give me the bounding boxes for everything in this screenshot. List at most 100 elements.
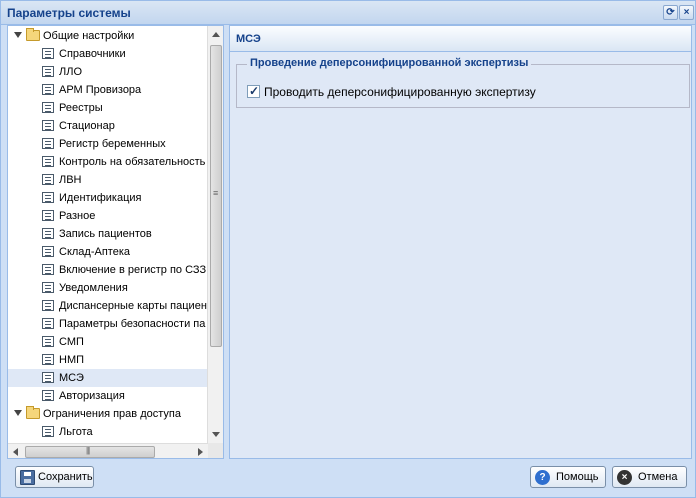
tree-item-label: Авторизация (59, 390, 125, 402)
tree-item-label: Диспансерные карты пациен (59, 300, 207, 312)
folder-icon (26, 406, 40, 419)
panel-header: МСЭ (230, 26, 691, 52)
tree-item[interactable]: Включение в регистр по СЗЗ (8, 261, 208, 279)
settings-page-icon (42, 372, 54, 383)
tree-item[interactable]: МСЭ (8, 369, 208, 387)
settings-page-icon (42, 84, 54, 95)
scroll-up-icon[interactable] (212, 32, 220, 37)
tree-item[interactable]: Параметры безопасности па (8, 315, 208, 333)
tree-item[interactable]: СМП (8, 333, 208, 351)
settings-page-icon (42, 336, 54, 347)
save-icon (20, 470, 35, 485)
scroll-right-icon[interactable] (198, 448, 203, 456)
tree-item-label: Реестры (59, 102, 103, 114)
tree-item[interactable]: Стационар (8, 117, 208, 135)
tree-item-label: Стационар (59, 120, 115, 132)
settings-page-icon (42, 246, 54, 257)
depersonalized-expertise-checkbox[interactable] (247, 84, 260, 98)
help-icon: ? (535, 470, 550, 485)
window-title: Параметры системы (7, 6, 131, 20)
tree-item[interactable]: Справочники (8, 45, 208, 63)
settings-page-icon (42, 66, 54, 77)
refresh-icon[interactable]: ⟳ (663, 5, 678, 20)
tree-item-label: Регистр беременных (59, 138, 166, 150)
fieldset-legend: Проведение деперсонифицированной эксперт… (247, 57, 532, 69)
settings-content-panel: МСЭ Проведение деперсонифицированной экс… (229, 25, 692, 459)
tree-group[interactable]: Общие настройки (8, 27, 208, 45)
tree-item-label: Справочники (59, 48, 126, 60)
tree-group-label: Ограничения прав доступа (43, 408, 181, 420)
tree-item[interactable]: ЛЛО (8, 63, 208, 81)
window-titlebar[interactable]: Параметры системы ⟳ × (1, 1, 695, 25)
expand-arrow-icon[interactable] (14, 32, 22, 38)
scroll-thumb[interactable] (210, 45, 222, 347)
settings-page-icon (42, 228, 54, 239)
tree-item[interactable]: Запись пациентов (8, 225, 208, 243)
tree-item-label: Разное (59, 210, 96, 222)
tree-item[interactable]: Разное (8, 207, 208, 225)
tree-item[interactable]: АРМ Провизора (8, 81, 208, 99)
tree-item-label: ЛВН (59, 174, 82, 186)
tree-item[interactable]: Льгота (8, 423, 208, 441)
close-icon[interactable]: × (679, 5, 694, 20)
tree-item[interactable]: Склад-Аптека (8, 243, 208, 261)
tree-item[interactable]: ЛВН (8, 171, 208, 189)
settings-page-icon (42, 210, 54, 221)
settings-page-icon (42, 300, 54, 311)
tree-item[interactable]: Контроль на обязательность (8, 153, 208, 171)
tree-vertical-scrollbar[interactable] (207, 26, 223, 443)
settings-page-icon (42, 390, 54, 401)
tree-item-label: Запись пациентов (59, 228, 152, 240)
cancel-icon: × (617, 470, 632, 485)
checkbox-label[interactable]: Проводить деперсонифицированную эксперти… (264, 85, 536, 99)
scroll-down-icon[interactable] (212, 432, 220, 437)
scroll-thumb-horizontal[interactable] (25, 446, 155, 458)
tree-item-label: НМП (59, 354, 85, 366)
tree-item-label: Контроль на обязательность (59, 156, 206, 168)
help-button[interactable]: ? Помощь (530, 466, 606, 488)
tree-group-label: Общие настройки (43, 30, 135, 42)
fieldset-depersonalized-expertise: Проведение деперсонифицированной эксперт… (236, 57, 690, 108)
settings-page-icon (42, 282, 54, 293)
tree-horizontal-scrollbar[interactable] (8, 443, 208, 458)
tree-item-label: Идентификация (59, 192, 142, 204)
settings-page-icon (42, 354, 54, 365)
settings-window: Параметры системы ⟳ × Общие настройки Спр… (0, 0, 696, 498)
tree-item-label: ЛЛО (59, 66, 82, 78)
settings-page-icon (42, 48, 54, 59)
expand-arrow-icon[interactable] (14, 410, 22, 416)
tree-item[interactable]: Реестры (8, 99, 208, 117)
help-button-label: Помощь (556, 471, 599, 483)
tree-item-label: СМП (59, 336, 84, 348)
tree-item[interactable]: Регистр беременных (8, 135, 208, 153)
panel-title: МСЭ (236, 33, 261, 45)
folder-icon (26, 28, 40, 41)
save-button[interactable]: Сохранить (15, 466, 94, 488)
settings-page-icon (42, 138, 54, 149)
cancel-button-label: Отмена (638, 471, 678, 483)
cancel-button[interactable]: × Отмена (612, 466, 687, 488)
tree-group[interactable]: Ограничения прав доступа (8, 405, 208, 423)
tree-item-label: Склад-Аптека (59, 246, 130, 258)
tree-item[interactable]: Идентификация (8, 189, 208, 207)
settings-page-icon (42, 426, 54, 437)
scroll-left-icon[interactable] (13, 448, 18, 456)
tree-item-label: Включение в регистр по СЗЗ (59, 264, 207, 276)
settings-page-icon (42, 174, 54, 185)
tree-item-label: Уведомления (59, 282, 128, 294)
settings-page-icon (42, 264, 54, 275)
tree-item-label: Льгота (59, 426, 93, 438)
tree-item[interactable]: Авторизация (8, 387, 208, 405)
settings-page-icon (42, 102, 54, 113)
settings-page-icon (42, 192, 54, 203)
tree-item[interactable]: Уведомления (8, 279, 208, 297)
tree-item-label: Параметры безопасности па (59, 318, 206, 330)
tree-item[interactable]: Диспансерные карты пациен (8, 297, 208, 315)
scroll-corner (208, 443, 223, 458)
tree-item-label: АРМ Провизора (59, 84, 142, 96)
settings-page-icon (42, 120, 54, 131)
tree-item[interactable]: НМП (8, 351, 208, 369)
settings-tree: Общие настройки Справочники ЛЛО АРМ Провизо… (7, 25, 224, 459)
tree-item-label: МСЭ (59, 372, 84, 384)
settings-page-icon (42, 156, 54, 167)
